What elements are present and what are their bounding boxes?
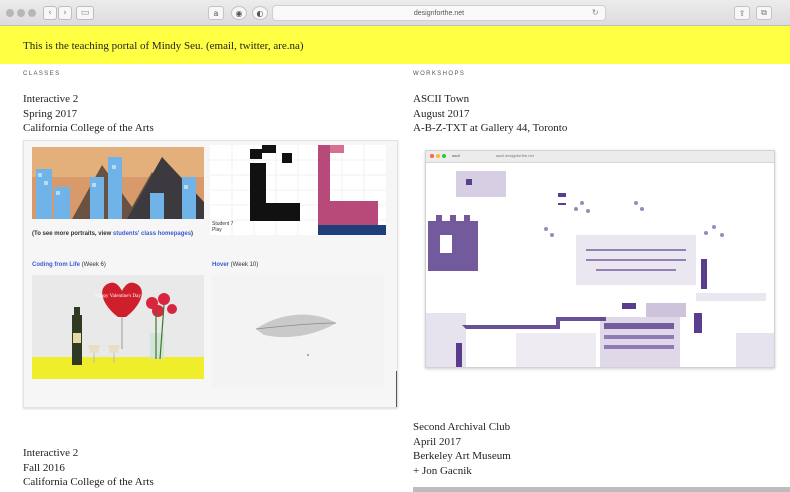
- next-screenshot-preview: [413, 487, 790, 492]
- card2-week: (Week 10): [229, 262, 259, 268]
- class-place: California College of the Arts: [23, 476, 154, 488]
- mini-close-icon: [430, 154, 434, 158]
- class-screenshot[interactable]: (To see more portraits, view students' c…: [23, 140, 398, 408]
- student-label: Student 7 Play: [212, 221, 233, 233]
- workshop-title: Second Archival Club: [413, 421, 511, 433]
- card1-week: (Week 6): [80, 262, 106, 268]
- class-term: Fall 2016: [23, 461, 65, 474]
- zoom-dot-icon[interactable]: [28, 9, 36, 17]
- mini-url: ascii.designforthe.net: [496, 153, 534, 158]
- mini-tab-label: ascii: [452, 153, 461, 158]
- feather-image: [212, 275, 384, 387]
- card1-caption: Coding from Life (Week 6): [32, 262, 106, 268]
- scrollbar-thumb[interactable]: [396, 371, 397, 407]
- mini-zoom-icon: [442, 154, 446, 158]
- mini-browser-bar: ascii ascii.designforthe.net: [426, 151, 774, 163]
- workshop-term: April 2017: [413, 435, 461, 448]
- back-icon[interactable]: ‹: [43, 6, 57, 20]
- workshop-place: A-B-Z-TXT at Gallery 44, Toronto: [413, 122, 568, 134]
- workshop-term: August 2017: [413, 107, 470, 120]
- privacy-icon[interactable]: ◐: [252, 6, 268, 20]
- address-bar[interactable]: designforthe.net: [272, 5, 606, 21]
- ascii-town-screenshot[interactable]: ascii ascii.designforthe.net: [425, 150, 775, 368]
- workshop-place: Berkeley Art Museum: [413, 450, 511, 462]
- browser-toolbar: ‹ › ▭ a ◉ ◐ designforthe.net ↻ ⇪ ⧉: [0, 0, 790, 26]
- balloon-text: Happy Valentine's Day: [95, 294, 141, 299]
- workshop-collaborator: + Jon Gacnik: [413, 464, 472, 477]
- ascii-town-art: [426, 163, 774, 367]
- reload-icon[interactable]: ↻: [592, 8, 599, 17]
- extension-icon[interactable]: ◉: [231, 6, 247, 20]
- card2-caption: Hover (Week 10): [212, 262, 258, 268]
- class-entry[interactable]: Interactive 2 Fall 2016 California Colle…: [23, 446, 154, 490]
- class-homepages-link[interactable]: students' class homepages: [113, 231, 191, 237]
- workshop-entry[interactable]: ASCII Town August 2017 A-B-Z-TXT at Gall…: [413, 92, 567, 136]
- intro-banner: This is the teaching portal of Mindy Seu…: [0, 26, 790, 64]
- valentine-still-life: Happy Valentine's Day: [32, 275, 204, 379]
- classes-heading: CLASSES: [23, 71, 61, 77]
- caption-prefix: (To see more portraits, view: [32, 231, 113, 237]
- workshops-heading: WORKSHOPS: [413, 71, 466, 77]
- url-text: designforthe.net: [413, 9, 465, 17]
- amazon-icon[interactable]: a: [208, 6, 224, 20]
- minimize-dot-icon[interactable]: [17, 9, 25, 17]
- workshop-entry[interactable]: Second Archival Club April 2017 Berkeley…: [413, 420, 511, 478]
- class-title: Interactive 2: [23, 93, 79, 105]
- hover-link[interactable]: Hover: [212, 262, 229, 268]
- forward-icon[interactable]: ›: [58, 6, 72, 20]
- pixel-letter-grid: [210, 145, 386, 235]
- portraits-caption: (To see more portraits, view students' c…: [32, 231, 193, 237]
- class-place: California College of the Arts: [23, 122, 154, 134]
- caption-suffix: ): [191, 231, 194, 237]
- close-dot-icon[interactable]: [6, 9, 14, 17]
- coding-from-life-link[interactable]: Coding from Life: [32, 262, 80, 268]
- class-term: Spring 2017: [23, 107, 78, 120]
- workshop-title: ASCII Town: [413, 93, 470, 105]
- intro-text[interactable]: This is the teaching portal of Mindy Seu…: [23, 40, 304, 52]
- share-icon[interactable]: ⇪: [734, 6, 750, 20]
- portrait-collage: [32, 147, 204, 219]
- class-title: Interactive 2: [23, 447, 79, 459]
- class-entry[interactable]: Interactive 2 Spring 2017 California Col…: [23, 92, 154, 136]
- student-play[interactable]: Play: [212, 227, 233, 233]
- sidebar-icon[interactable]: ▭: [76, 6, 94, 20]
- mini-min-icon: [436, 154, 440, 158]
- tabs-icon[interactable]: ⧉: [756, 6, 772, 20]
